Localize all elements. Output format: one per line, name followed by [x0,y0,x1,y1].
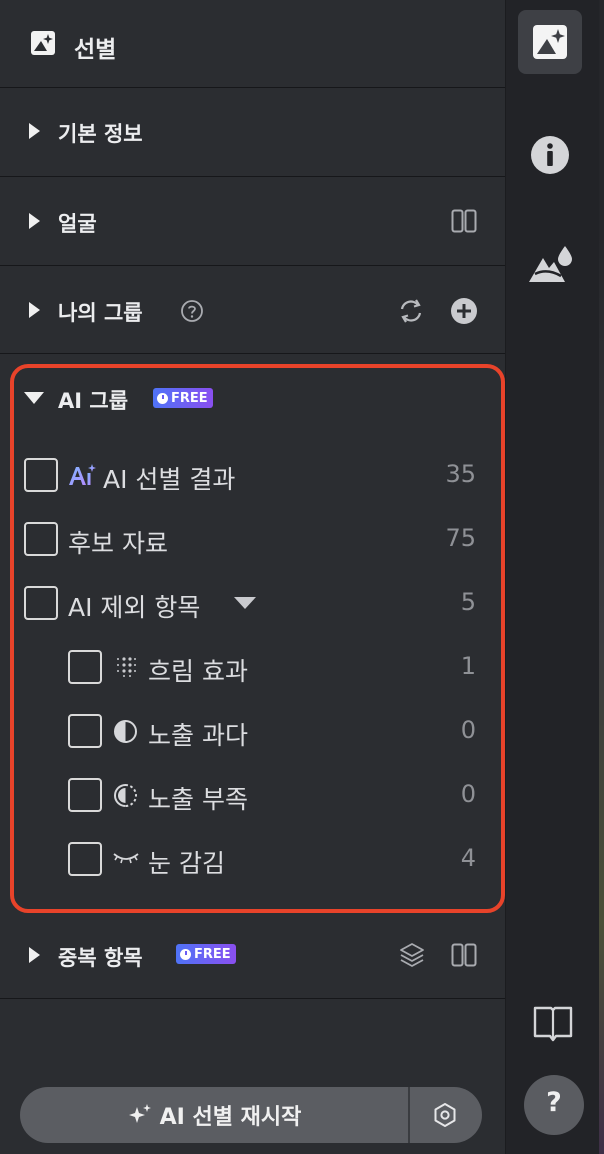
left-panel: 선별 기본 정보 얼굴 나의 그룹 AI 그룹 FREE AI 선별 결과 35… [0,0,505,1154]
item-label: 후보 자료 [68,529,168,558]
item-label: AI 제외 항목 [68,593,201,622]
expand-arrow-icon[interactable] [29,947,40,963]
book-icon [533,1006,573,1042]
split-view-icon[interactable] [451,943,477,967]
landscape-drop-icon [529,246,572,282]
expand-arrow-icon[interactable] [29,213,40,229]
window-edge [599,0,604,1154]
section-basic-info-label: 기본 정보 [58,122,143,146]
item-count: 0 [460,780,476,808]
clock-icon [157,392,168,404]
list-item-closed-eyes[interactable]: 눈 감김 4 [0,839,505,879]
list-item-underexposure[interactable]: 노출 부족 0 [0,775,505,815]
help-icon: ? [546,1087,562,1118]
help-circle-icon[interactable] [180,299,204,323]
checkbox[interactable] [24,522,58,556]
split-view-icon[interactable] [451,209,477,233]
add-circle-icon[interactable] [450,297,478,325]
closed-eye-icon [113,853,139,864]
rail-help-button[interactable]: ? [524,1075,584,1135]
clock-icon [180,948,191,960]
ai-sparkle-icon [69,464,96,485]
layers-icon[interactable] [398,941,426,969]
section-face-label: 얼굴 [58,212,97,236]
item-count: 35 [445,460,476,488]
item-count: 75 [445,524,476,552]
underexposure-icon [114,784,137,807]
item-label: 노출 과다 [148,721,248,750]
list-item-ai-excluded[interactable]: AI 제외 항목 5 [0,583,505,623]
item-label: 노출 부족 [148,785,248,814]
hexagon-settings-icon [434,1103,456,1127]
list-item-overexposure[interactable]: 노출 과다 0 [0,711,505,751]
section-face[interactable]: 얼굴 [0,177,505,266]
section-duplicates-label: 중복 항목 [58,946,143,970]
overexposure-icon [114,720,137,743]
sparkle-icon [128,1104,151,1123]
list-item-candidates[interactable]: 후보 자료 75 [0,519,505,559]
item-count: 0 [460,716,476,744]
restart-ai-selection-button[interactable]: AI 선별 재시작 [20,1087,409,1143]
restart-label: AI 선별 재시작 [159,1105,302,1130]
free-badge-label: FREE [171,390,208,406]
image-sparkle-icon [533,25,567,59]
rail-adjust-button[interactable] [527,242,575,286]
checkbox[interactable] [24,586,58,620]
item-label: 눈 감김 [148,849,225,878]
item-count: 5 [460,588,476,616]
section-my-groups[interactable]: 나의 그룹 [0,266,505,354]
checkbox[interactable] [68,778,102,812]
rail-culling-button[interactable] [518,10,582,74]
list-item-ai-selection[interactable]: AI 선별 결과 35 [0,455,505,495]
checkbox[interactable] [68,842,102,876]
section-ai-groups-label[interactable]: AI 그룹 [58,385,128,415]
expand-arrow-icon[interactable] [29,123,40,139]
item-count: 1 [460,652,476,680]
section-basic-info[interactable]: 기본 정보 [0,88,505,177]
list-item-blur[interactable]: 흐림 효과 1 [0,647,505,687]
free-badge-label: FREE [194,946,231,962]
blur-dots-icon [117,657,136,677]
rail-guide-button[interactable] [532,1004,574,1044]
ai-settings-button[interactable] [410,1087,482,1143]
expand-arrow-icon[interactable] [29,302,40,318]
dropdown-arrow-icon[interactable] [234,597,256,609]
collapse-arrow-icon[interactable] [24,392,44,404]
panel-header: 선별 [0,0,505,88]
checkbox[interactable] [24,458,58,492]
free-badge: FREE [176,944,236,964]
info-icon [531,136,569,174]
free-badge: FREE [153,388,213,408]
rail-info-button[interactable] [530,135,570,175]
item-label: 흐림 효과 [148,657,248,686]
right-rail: ? [505,0,599,1154]
panel-title: 선별 [74,37,117,63]
refresh-icon[interactable] [397,297,425,325]
image-sparkle-icon [31,31,55,55]
section-duplicates[interactable]: 중복 항목 FREE [0,913,505,999]
item-label: AI 선별 결과 [103,465,236,494]
ai-group-highlight [10,364,505,913]
item-count: 4 [460,844,476,872]
checkbox[interactable] [68,650,102,684]
section-my-groups-label: 나의 그룹 [58,301,143,325]
checkbox[interactable] [68,714,102,748]
